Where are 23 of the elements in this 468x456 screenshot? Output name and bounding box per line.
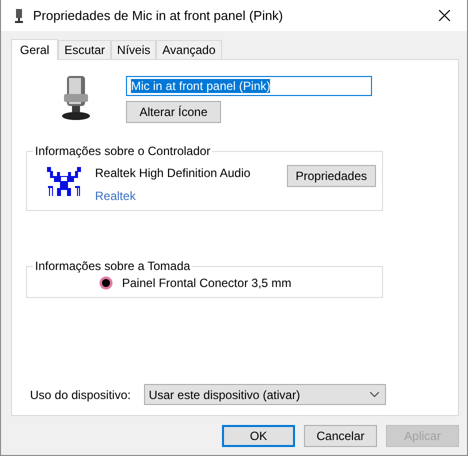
jack-icon <box>99 276 113 290</box>
tab[interactable]: Geral <box>11 39 58 60</box>
microphone-icon <box>15 8 23 22</box>
chevron-down-icon <box>370 392 379 397</box>
vendor-link[interactable]: Realtek <box>95 189 287 203</box>
microphone-icon <box>60 76 92 121</box>
usage-dropdown[interactable]: Usar este dispositivo (ativar) <box>144 384 386 405</box>
group-title: Informações sobre a Tomada <box>34 259 192 273</box>
change-icon-button[interactable]: Alterar Ícone <box>126 101 221 123</box>
window-title: Propriedades de Mic in at front panel (Pink) <box>33 8 284 23</box>
group-title: Informações sobre o Controlador <box>34 144 212 158</box>
controller-name: Realtek High Definition Audio <box>95 166 252 180</box>
tab[interactable]: Avançado <box>156 40 222 59</box>
device-name-field[interactable]: Mic in at front panel (Pink) <box>126 76 372 96</box>
jack-description: Painel Frontal Conector 3,5 mm <box>122 276 292 290</box>
usage-label: Uso do dispositivo: <box>30 388 131 402</box>
dialog-button[interactable]: OK <box>222 425 295 447</box>
close-icon <box>438 10 450 21</box>
crab-logo-icon <box>46 166 82 196</box>
dialog-button[interactable]: Cancelar <box>304 425 377 447</box>
properties-button[interactable]: Propriedades <box>286 165 376 187</box>
tab[interactable]: Níveis <box>111 40 156 59</box>
tab[interactable]: Escutar <box>58 40 112 59</box>
